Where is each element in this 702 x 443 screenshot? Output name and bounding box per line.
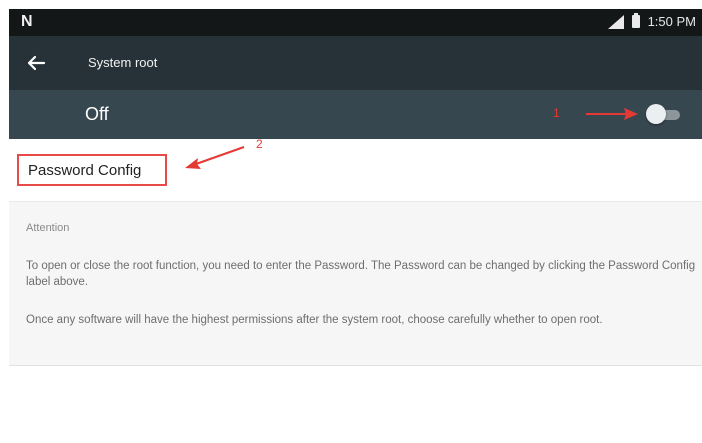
annotation-marker-1: 1 [553, 106, 560, 120]
attention-paragraph: Once any software will have the highest … [26, 314, 603, 326]
toggle-thumb [646, 104, 666, 124]
toolbar: System root [9, 36, 702, 90]
root-switch-label: Off [85, 104, 109, 124]
password-config-highlight[interactable]: Password Config [17, 154, 167, 186]
arrow-back-icon[interactable] [23, 50, 49, 76]
root-switch-bar[interactable]: Off [9, 90, 702, 139]
password-config-label[interactable]: Password Config [28, 162, 141, 179]
battery-icon [631, 13, 640, 28]
attention-heading: Attention [26, 222, 70, 234]
status-indicators: 1:50 PM [607, 13, 696, 29]
password-config-row[interactable]: Password Config [9, 139, 702, 202]
root-toggle-switch[interactable] [646, 104, 684, 126]
signal-icon [607, 14, 624, 29]
attention-section: Attention To open or close the root func… [9, 202, 702, 366]
page-title: System root [88, 55, 158, 70]
status-time: 1:50 PM [647, 14, 696, 29]
attention-paragraph: To open or close the root function, you … [26, 260, 696, 288]
notification-logo-icon: N [21, 13, 33, 30]
annotation-marker-2: 2 [256, 137, 263, 151]
status-bar: N 1:50 PM [9, 9, 702, 36]
